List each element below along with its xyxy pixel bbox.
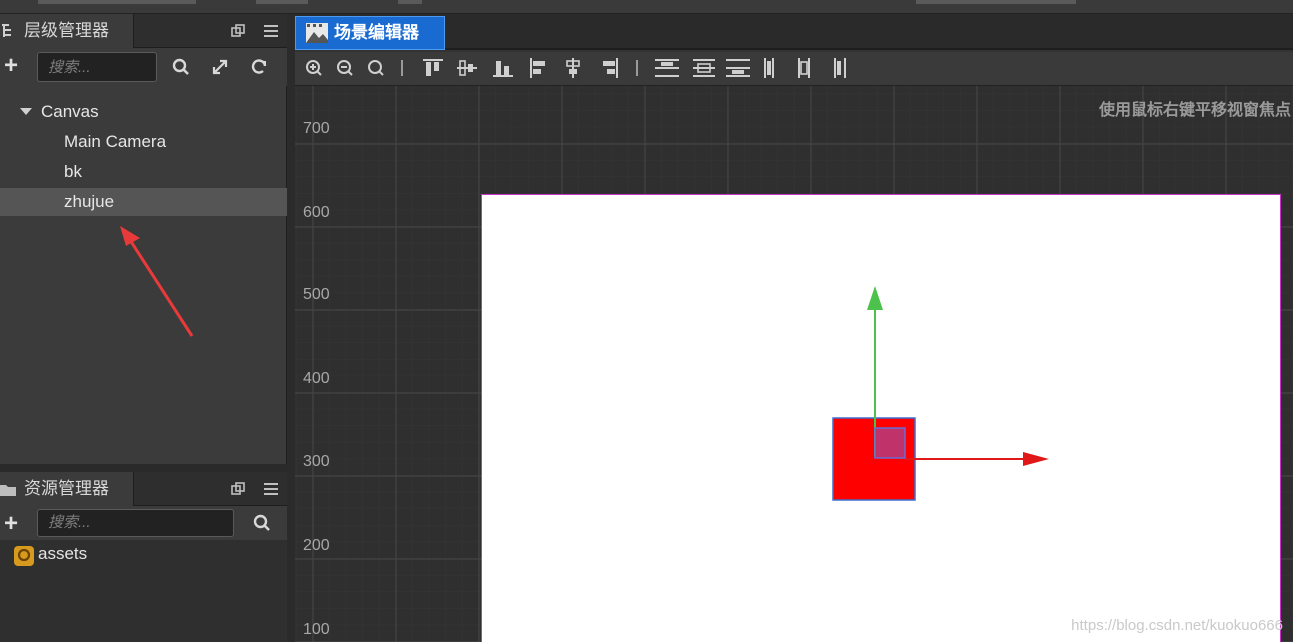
- refresh-icon[interactable]: [248, 56, 270, 78]
- top-bar-block: [398, 0, 422, 4]
- align-left-icon[interactable]: [530, 58, 545, 78]
- top-bar-block: [256, 0, 308, 4]
- align-bottom-icon[interactable]: [493, 61, 513, 77]
- hierarchy-tab[interactable]: 层级管理器: [0, 14, 134, 48]
- gizmo-center-handle[interactable]: [874, 427, 906, 459]
- distribute-bottom-icon[interactable]: [726, 59, 750, 77]
- y-axis-label: 500: [303, 286, 330, 303]
- scene-icon: [306, 23, 328, 43]
- distribute-left-icon[interactable]: [764, 58, 774, 78]
- y-axis-label: 100: [303, 621, 330, 638]
- gizmo-y-arrow-icon[interactable]: [867, 286, 883, 310]
- tree-node-label: bk: [64, 162, 82, 181]
- assets-header-buttons: [231, 472, 279, 506]
- distribute-vcenter-icon[interactable]: [693, 59, 715, 77]
- scene-hint-text: 使用鼠标右键平移视窗焦点，使: [1098, 100, 1293, 119]
- scene-editor-tab[interactable]: 场景编辑器: [295, 16, 445, 50]
- hierarchy-toolbar: +: [0, 48, 287, 86]
- hierarchy-panel: 层级管理器 + 搜索... Canvas Main Camera bk zhuj…: [0, 14, 287, 464]
- y-axis-label: 300: [303, 453, 330, 470]
- top-bar-block: [916, 0, 1076, 4]
- gizmo-x-arrow-icon[interactable]: [1023, 452, 1049, 466]
- tree-node-label: Main Camera: [64, 132, 167, 151]
- add-icon[interactable]: +: [2, 512, 20, 536]
- asset-db-icon: [14, 546, 34, 566]
- align-vcenter-icon[interactable]: [457, 60, 477, 76]
- scene-tabbar: 场景编辑器: [295, 14, 1293, 50]
- menu-icon[interactable]: [263, 482, 279, 496]
- panel-divider[interactable]: [0, 464, 287, 472]
- assets-toolbar: +: [0, 506, 287, 540]
- popout-icon[interactable]: [231, 24, 245, 38]
- asset-item-assets[interactable]: assets: [0, 542, 287, 568]
- hierarchy-header-buttons: [231, 14, 279, 48]
- y-axis-label: 700: [303, 120, 330, 137]
- assets-tab[interactable]: 资源管理器: [0, 472, 134, 506]
- assets-list: assets: [0, 540, 287, 642]
- scene-toolbar: [295, 52, 1293, 86]
- y-axis-label: 600: [303, 204, 330, 221]
- zoom-out-icon[interactable]: [337, 60, 353, 76]
- distribute-hcenter-icon[interactable]: [798, 58, 810, 78]
- tree-node-label: Canvas: [41, 102, 99, 121]
- tree-node-bk[interactable]: bk: [0, 158, 287, 186]
- scene-editor: 场景编辑器 使用鼠标右键平移视窗焦点 700 600 500 400 300 2…: [295, 14, 1293, 642]
- hierarchy-title: 层级管理器: [24, 21, 109, 40]
- caret-down-icon[interactable]: [20, 108, 32, 115]
- distribute-right-icon[interactable]: [834, 58, 846, 78]
- asset-item-label: assets: [38, 544, 88, 563]
- scene-viewport[interactable]: 使用鼠标右键平移视窗焦点，使 700 600 500 400 300 200 1…: [295, 86, 1293, 642]
- tree-node-canvas[interactable]: Canvas: [0, 98, 287, 126]
- assets-search-input[interactable]: [37, 509, 234, 537]
- zoom-reset-icon[interactable]: [368, 60, 384, 76]
- menu-icon[interactable]: [263, 24, 279, 38]
- y-axis-label: 400: [303, 370, 330, 387]
- editor-window: 层级管理器 + 搜索... Canvas Main Camera bk zhuj…: [0, 0, 1293, 642]
- popout-icon[interactable]: [231, 482, 245, 496]
- watermark-text: https://blog.csdn.net/kuokuo666: [1071, 617, 1283, 634]
- assets-tabbar: 资源管理器: [0, 472, 287, 506]
- y-axis-label: 200: [303, 537, 330, 554]
- align-hcenter-icon[interactable]: [566, 58, 580, 78]
- annotation-arrow: [120, 226, 194, 337]
- hierarchy-search-input[interactable]: [37, 52, 157, 82]
- search-icon[interactable]: [170, 56, 192, 78]
- search-icon[interactable]: [251, 512, 273, 534]
- align-right-icon[interactable]: [603, 58, 618, 78]
- move-gizmo: [832, 286, 1049, 501]
- tree-node-main-camera[interactable]: Main Camera: [0, 128, 287, 156]
- add-icon[interactable]: +: [2, 54, 20, 78]
- tree-node-zhujue[interactable]: zhujue: [0, 188, 287, 216]
- assets-panel: 资源管理器 + 搜索... assets: [0, 472, 287, 642]
- align-top-icon[interactable]: [423, 59, 443, 76]
- tree-node-label: zhujue: [64, 192, 115, 211]
- distribute-top-icon[interactable]: [655, 59, 679, 77]
- hierarchy-icon: [2, 24, 11, 37]
- top-bar-block: [38, 0, 196, 4]
- assets-title: 资源管理器: [24, 479, 109, 498]
- scene-toolbar-icons: [306, 58, 846, 78]
- scene-editor-title: 场景编辑器: [334, 23, 419, 42]
- hierarchy-tabbar: 层级管理器: [0, 14, 287, 48]
- top-bar: [0, 0, 1293, 14]
- expand-icon[interactable]: [209, 56, 231, 78]
- folder-icon: [0, 485, 16, 496]
- zoom-in-icon[interactable]: [306, 60, 322, 76]
